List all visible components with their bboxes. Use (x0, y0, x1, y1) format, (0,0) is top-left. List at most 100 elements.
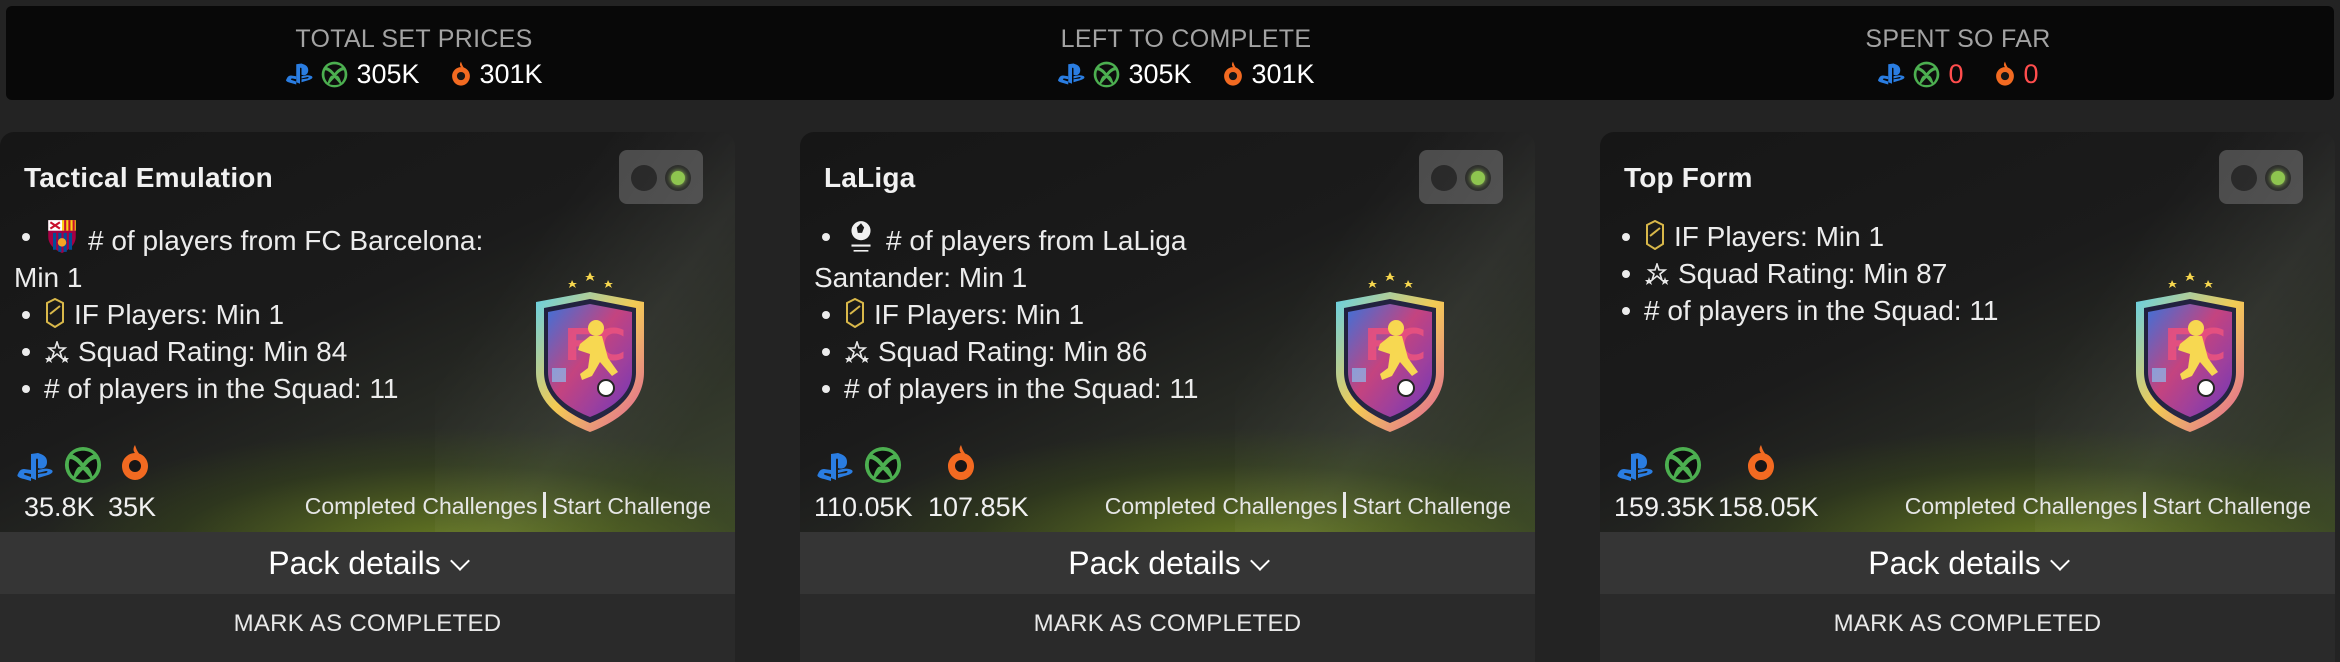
origin-icon (1222, 61, 1244, 87)
requirement-text: IF Players: Min 1 (874, 299, 1085, 330)
console-value: 0 (1948, 58, 1964, 89)
requirement-item: # of players from LaLiga (814, 218, 1374, 259)
pc-price-group: 301K (450, 59, 543, 90)
chevron-down-icon (449, 551, 470, 571)
challenge-links: Completed Challenges Start Challenge (1905, 492, 2311, 520)
xbox-icon (1913, 61, 1940, 88)
requirement-text: IF Players: Min 1 (1674, 221, 1885, 252)
start-challenge-link[interactable]: Start Challenge (2152, 493, 2311, 519)
fc-barcelona-crest-icon (44, 218, 80, 254)
completion-toggle[interactable] (1419, 150, 1503, 204)
pc-value: 301K (1251, 58, 1315, 89)
summary-bar: TOTAL SET PRICES 305K 301K LEFT TO COMPL… (6, 6, 2334, 100)
summary-values: 0 0 (1748, 58, 2168, 90)
completion-toggle[interactable] (2219, 150, 2303, 204)
toggle-off-dot (631, 165, 657, 191)
pack-details-button[interactable]: Pack details (0, 532, 735, 594)
completion-toggle[interactable] (619, 150, 703, 204)
toggle-on-dot (665, 165, 691, 191)
link-divider (543, 492, 547, 518)
requirements-list: # of players from LaLiga Santander: Min … (814, 218, 1374, 407)
sbc-badge-icon (2128, 268, 2252, 434)
console-price: 159.35K (1614, 492, 1715, 522)
link-divider (2143, 492, 2147, 518)
requirement-text: Squad Rating: Min 84 (78, 336, 348, 367)
summary-spent-so-far: SPENT SO FAR 0 0 (1748, 24, 2168, 90)
pc-value: 301K (479, 58, 543, 89)
challenge-links: Completed Challenges Start Challenge (305, 492, 711, 520)
playstation-icon (1057, 62, 1087, 86)
challenge-card-body: LaLiga # of players from LaLiga Santande… (800, 132, 1535, 532)
challenge-title: Tactical Emulation (24, 162, 273, 193)
console-price-group: 0 (1877, 58, 1964, 90)
sbc-badge-icon (528, 268, 652, 434)
link-divider (1343, 492, 1347, 518)
requirement-item: # of players from FC Barcelona: (14, 218, 574, 259)
challenge-card: LaLiga # of players from LaLiga Santande… (800, 132, 1535, 662)
mark-as-completed-button[interactable]: MARK AS COMPLETED (800, 594, 1535, 662)
challenge-card: Tactical Emulation # of players from FC … (0, 132, 735, 662)
platform-icons (816, 442, 1076, 482)
if-card-icon (44, 298, 66, 328)
pack-details-label: Pack details (1868, 545, 2041, 581)
if-card-icon (844, 298, 866, 328)
mark-as-completed-button[interactable]: MARK AS COMPLETED (1600, 594, 2335, 662)
completed-challenges-link[interactable]: Completed Challenges (1105, 493, 1338, 519)
pc-value: 0 (2023, 58, 2039, 89)
challenge-title: LaLiga (824, 162, 916, 193)
pack-details-label: Pack details (268, 545, 441, 581)
summary-title: LEFT TO COMPLETE (1060, 25, 1312, 53)
completed-challenges-link[interactable]: Completed Challenges (1905, 493, 2138, 519)
summary-values: 305K 301K (204, 58, 624, 90)
pc-price-group: 0 (1994, 59, 2039, 90)
console-value: 305K (1128, 58, 1192, 89)
mark-as-completed-button[interactable]: MARK AS COMPLETED (0, 594, 735, 662)
if-card-icon (1644, 220, 1666, 250)
toggle-off-dot (2231, 165, 2257, 191)
console-price: 35.8K (24, 492, 95, 522)
pack-details-button[interactable]: Pack details (1600, 532, 2335, 594)
completed-challenges-link[interactable]: Completed Challenges (305, 493, 538, 519)
summary-left-to-complete: LEFT TO COMPLETE 305K 301K (976, 24, 1396, 90)
summary-title: TOTAL SET PRICES (295, 25, 533, 53)
requirement-text: # of players in the Squad: 11 (844, 373, 1199, 404)
requirement-item: # of players in the Squad: 11 (1614, 292, 2174, 329)
requirement-text: # of players from LaLiga (886, 225, 1187, 256)
pc-price: 158.05K (1718, 492, 1819, 522)
requirement-continuation: Santander: Min 1 (814, 262, 1028, 293)
challenge-card: Top Form IF Players: Min 1 Squad Rating:… (1600, 132, 2335, 662)
requirement-item: # of players in the Squad: 11 (814, 370, 1374, 407)
challenge-links: Completed Challenges Start Challenge (1105, 492, 1511, 520)
requirement-text: # of players in the Squad: 11 (1644, 295, 1999, 326)
start-challenge-link[interactable]: Start Challenge (1352, 493, 1511, 519)
toggle-on-dot (1465, 165, 1491, 191)
requirement-text: Squad Rating: Min 87 (1678, 258, 1948, 289)
chevron-down-icon (1249, 551, 1270, 571)
requirement-item: # of players in the Squad: 11 (14, 370, 574, 407)
origin-icon (1746, 444, 1776, 482)
requirements-list: # of players from FC Barcelona: Min 1 IF… (14, 218, 574, 407)
toggle-on-dot (2265, 165, 2291, 191)
start-challenge-link[interactable]: Start Challenge (552, 493, 711, 519)
xbox-icon (64, 446, 102, 484)
challenge-title: Top Form (1624, 162, 1753, 193)
platform-icons (1616, 442, 1876, 482)
laliga-logo-icon (844, 218, 878, 254)
requirement-text: IF Players: Min 1 (74, 299, 285, 330)
playstation-icon (816, 452, 856, 482)
squad-rating-icon (1644, 263, 1670, 287)
requirement-text: Squad Rating: Min 86 (878, 336, 1148, 367)
playstation-icon (1877, 62, 1907, 86)
origin-icon (450, 61, 472, 87)
platform-icons (16, 442, 276, 482)
origin-icon (946, 444, 976, 482)
requirement-text: # of players in the Squad: 11 (44, 373, 399, 404)
pack-details-button[interactable]: Pack details (800, 532, 1535, 594)
summary-total-set-prices: TOTAL SET PRICES 305K 301K (204, 24, 624, 90)
chevron-down-icon (2049, 551, 2070, 571)
xbox-icon (864, 446, 902, 484)
pc-price-group: 301K (1222, 59, 1315, 90)
playstation-icon (1616, 452, 1656, 482)
squad-rating-icon (844, 341, 870, 365)
requirement-item: IF Players: Min 1 (14, 296, 574, 333)
